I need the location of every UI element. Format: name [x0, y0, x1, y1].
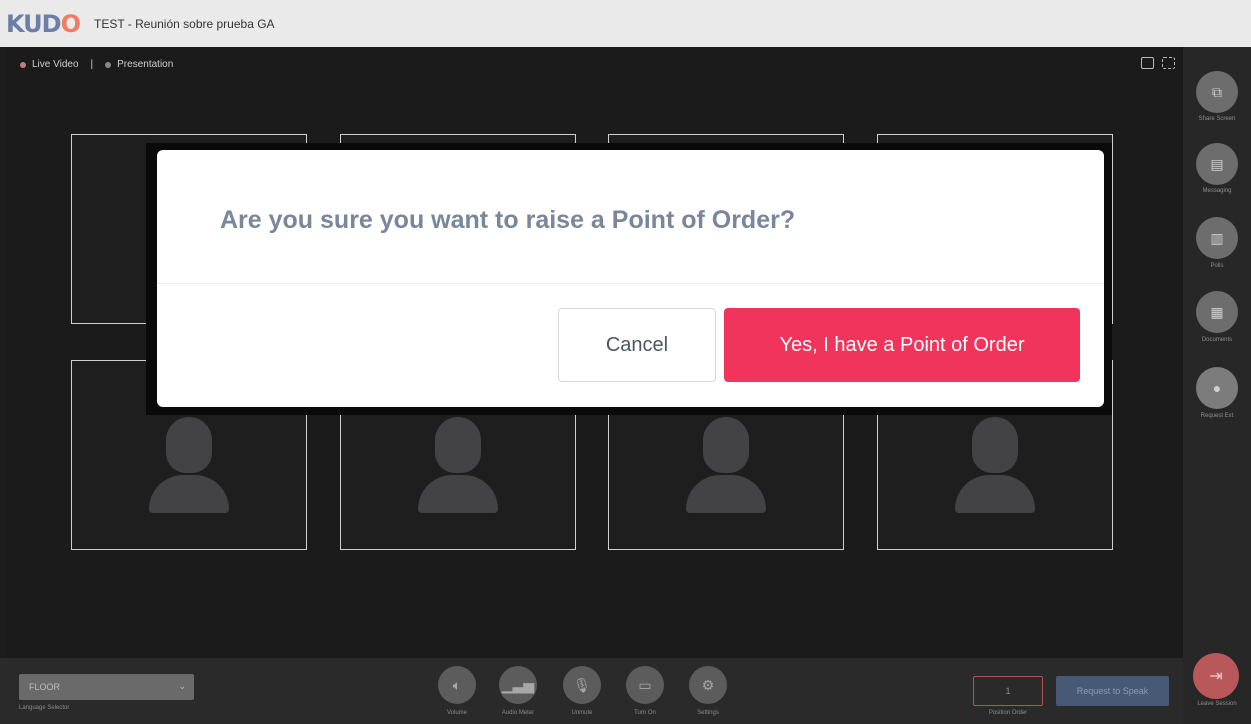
live-dot-icon: [20, 61, 26, 68]
speaker-icon: 🔈︎: [452, 676, 462, 693]
audio-meter-label: Audio Meter: [501, 710, 535, 716]
document-icon: ▦: [1210, 303, 1224, 320]
cancel-button[interactable]: Cancel: [558, 308, 716, 382]
top-bar: KUDO TEST - Reunión sobre prueba GA: [0, 0, 1251, 47]
right-sidebar: ⧉ Share Screen ▤ Messaging ▥ Polls ▦ Doc…: [1183, 47, 1251, 724]
view-toggle: Live Video | Presentation: [20, 59, 173, 70]
kudo-logo: KUDO: [6, 9, 81, 38]
avatar-placeholder-icon: [686, 417, 766, 513]
presentation-dot-icon: [105, 61, 112, 68]
volume-label: Volume: [446, 710, 467, 716]
documents-label: Documents: [1201, 337, 1233, 343]
confirm-point-of-order-button[interactable]: Yes, I have a Point of Order: [724, 308, 1080, 382]
captions-icon[interactable]: [1141, 57, 1154, 69]
leave-session-button[interactable]: ⇥: [1193, 653, 1239, 699]
language-select[interactable]: FLOOR ⌄: [19, 674, 194, 700]
camera-label: Turn On: [634, 710, 656, 716]
dialog-title: Are you sure you want to raise a Point o…: [220, 206, 796, 234]
point-of-order-dialog: Are you sure you want to raise a Point o…: [157, 150, 1104, 407]
avatar-placeholder-icon: [149, 417, 229, 513]
stage-icons: [1141, 57, 1175, 69]
request-to-speak-button[interactable]: Request to Speak: [1056, 676, 1169, 706]
settings-label: Settings: [697, 710, 719, 716]
settings-button[interactable]: ⚙: [689, 666, 727, 704]
dialog-divider: [157, 283, 1104, 284]
meeting-title: TEST - Reunión sobre prueba GA: [94, 16, 275, 31]
tab-separator: |: [90, 59, 94, 70]
messaging-button[interactable]: ▤: [1196, 143, 1238, 185]
avatar-placeholder-icon: [418, 417, 498, 513]
messaging-label: Messaging: [1202, 188, 1232, 194]
request-label: Request Ext: [1200, 413, 1234, 419]
unmute-button[interactable]: 🎙︎: [563, 666, 601, 704]
chat-icon: ▤: [1210, 155, 1224, 172]
avatar-placeholder-icon: [955, 417, 1035, 513]
microphone-icon: 🎙︎: [573, 676, 591, 693]
share-screen-icon: ⧉: [1212, 83, 1222, 100]
leave-session-label: Leave Session: [1197, 701, 1237, 707]
camera-icon: ▭: [638, 676, 652, 693]
fullscreen-icon[interactable]: [1162, 57, 1175, 69]
share-screen-button[interactable]: ⧉: [1196, 71, 1238, 113]
camera-button[interactable]: ▭: [626, 666, 664, 704]
audio-meter-button[interactable]: ▁▃▅: [499, 666, 537, 704]
queue-value: 1: [1005, 686, 1011, 696]
documents-button[interactable]: ▦: [1196, 291, 1238, 333]
polls-button[interactable]: ▥: [1196, 217, 1238, 259]
request-button[interactable]: ●: [1196, 367, 1238, 409]
exit-icon: ⇥: [1209, 668, 1223, 685]
polls-icon: ▥: [1210, 229, 1224, 246]
unmute-label: Unmute: [571, 710, 593, 716]
polls-label: Polls: [1210, 263, 1224, 269]
request-icon: ●: [1212, 380, 1222, 396]
volume-button[interactable]: 🔈︎: [438, 666, 476, 704]
language-selector-label: Language Selector: [19, 705, 70, 711]
queue-position-label: Position Order: [988, 710, 1028, 716]
bottom-toolbar: FLOOR ⌄ Language Selector 🔈︎ Volume ▁▃▅ …: [0, 658, 1183, 724]
audio-meter-icon: ▁▃▅: [501, 676, 535, 693]
queue-position-box: 1: [973, 676, 1043, 706]
share-screen-label: Share Screen: [1198, 116, 1236, 122]
tab-presentation[interactable]: Presentation: [117, 59, 173, 70]
tab-live-video[interactable]: Live Video: [32, 59, 79, 70]
gear-icon: ⚙: [701, 676, 715, 693]
language-value: FLOOR: [29, 682, 61, 692]
chevron-down-icon: ⌄: [178, 681, 186, 691]
